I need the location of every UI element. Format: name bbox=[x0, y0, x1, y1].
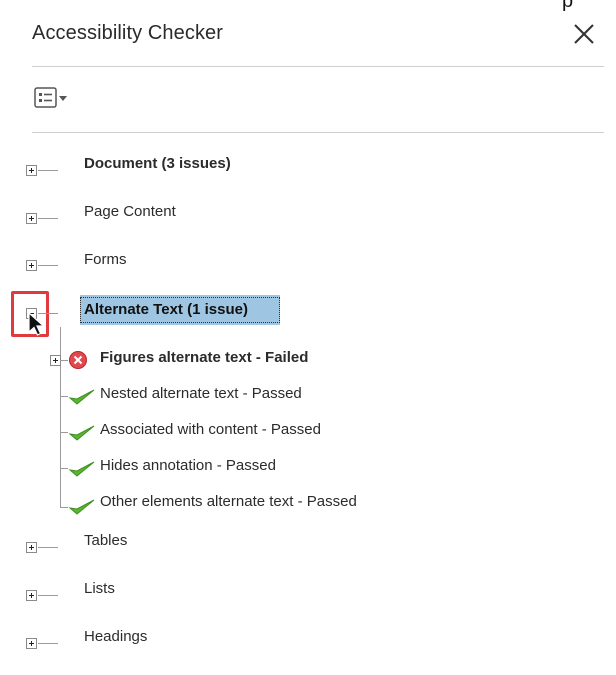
tree-item-label: Headings bbox=[84, 628, 148, 645]
tree-connector bbox=[38, 170, 58, 171]
tree-connector bbox=[60, 507, 68, 508]
tree-connector bbox=[38, 595, 58, 596]
tree-item-label: Other elements alternate text - Passed bbox=[100, 493, 357, 510]
tree-item-label: Forms bbox=[84, 251, 127, 268]
tree-item-label: Hides annotation - Passed bbox=[100, 457, 276, 474]
tree-item-label: Figures alternate text - Failed bbox=[100, 349, 309, 366]
failed-icon bbox=[69, 351, 87, 369]
tree-item-label: Associated with content - Passed bbox=[100, 421, 321, 438]
expand-icon[interactable] bbox=[26, 638, 37, 649]
tree-connector bbox=[38, 547, 58, 548]
tree-connector bbox=[38, 218, 58, 219]
expand-icon[interactable] bbox=[26, 590, 37, 601]
expand-icon[interactable] bbox=[26, 213, 37, 224]
accessibility-tree: Document (3 issues) Page Content Forms A… bbox=[0, 0, 616, 675]
passed-check-icon bbox=[68, 499, 95, 515]
tree-item-label: Document (3 issues) bbox=[84, 155, 231, 172]
passed-check-icon bbox=[68, 461, 95, 477]
passed-check-icon bbox=[68, 425, 95, 441]
tree-connector bbox=[38, 265, 58, 266]
tree-connector bbox=[60, 468, 68, 469]
expand-icon[interactable] bbox=[26, 542, 37, 553]
tree-item-label: Tables bbox=[84, 532, 128, 549]
expand-icon[interactable] bbox=[26, 165, 37, 176]
mouse-cursor-icon bbox=[28, 312, 46, 336]
accessibility-checker-panel: p Accessibility Checker Document (3 issu… bbox=[0, 0, 616, 675]
tree-connector bbox=[60, 360, 68, 361]
expand-icon[interactable] bbox=[26, 260, 37, 271]
tree-item-label: Nested alternate text - Passed bbox=[100, 385, 302, 402]
tree-connector bbox=[60, 396, 68, 397]
tree-item-label: Alternate Text (1 issue) bbox=[84, 301, 248, 318]
tree-item-label: Lists bbox=[84, 580, 115, 597]
tree-connector bbox=[60, 432, 68, 433]
tree-item-label: Page Content bbox=[84, 203, 176, 220]
passed-check-icon bbox=[68, 389, 95, 405]
tree-connector bbox=[38, 643, 58, 644]
